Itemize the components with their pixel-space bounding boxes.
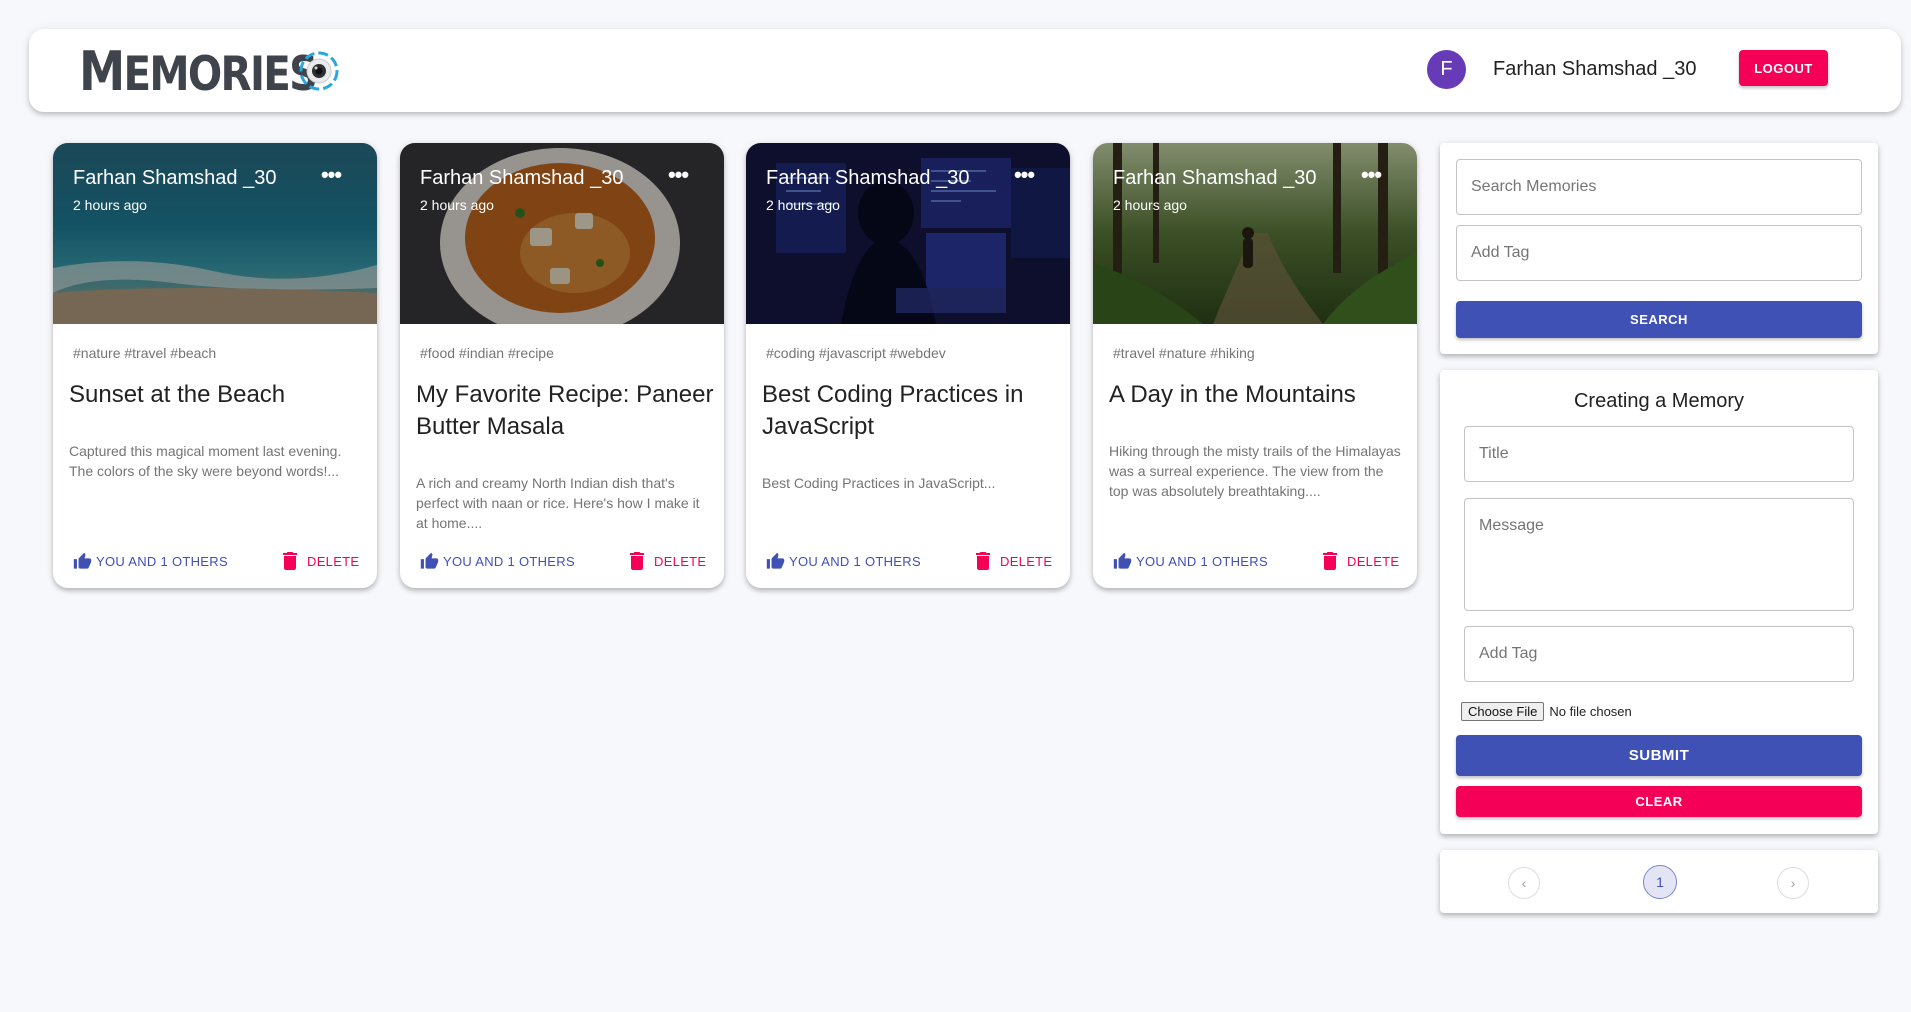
- avatar[interactable]: F: [1427, 50, 1466, 89]
- thumb-up-icon: [73, 552, 92, 569]
- delete-button[interactable]: DELETE: [629, 552, 706, 570]
- submit-button[interactable]: SUBMIT: [1456, 735, 1862, 776]
- title-field[interactable]: [1464, 426, 1854, 482]
- search-panel: SEARCH: [1440, 143, 1878, 354]
- post-title: My Favorite Recipe: Paneer Butter Masala: [416, 381, 714, 440]
- file-upload: Choose File No file chosen: [1461, 702, 1632, 721]
- post-message: Captured this magical moment last evenin…: [69, 443, 342, 479]
- message-field[interactable]: [1464, 498, 1854, 611]
- next-page-button[interactable]: ›: [1777, 867, 1809, 899]
- post-message: Hiking through the misty trails of the H…: [1109, 443, 1401, 499]
- post-author: Farhan Shamshad _30: [73, 167, 277, 189]
- page-button-current[interactable]: 1: [1643, 865, 1677, 899]
- delete-label: DELETE: [1347, 553, 1400, 569]
- previous-page-button[interactable]: ‹: [1508, 867, 1540, 899]
- delete-label: DELETE: [654, 553, 707, 569]
- post-message: A rich and creamy North Indian dish that…: [416, 475, 700, 531]
- delete-button[interactable]: DELETE: [282, 552, 359, 570]
- camera-lens-icon: [299, 51, 339, 91]
- form-title: Creating a Memory: [1573, 390, 1745, 412]
- thumb-up-icon: [420, 552, 439, 569]
- trash-icon: [1323, 552, 1337, 570]
- logout-button[interactable]: LOGOUT: [1739, 50, 1828, 86]
- more-options-icon[interactable]: •••: [665, 164, 691, 191]
- post-title: A Day in the Mountains: [1109, 381, 1356, 408]
- delete-button[interactable]: DELETE: [1322, 552, 1399, 570]
- delete-button[interactable]: DELETE: [975, 552, 1052, 570]
- post-author: Farhan Shamshad _30: [766, 167, 970, 189]
- trash-icon: [283, 552, 297, 570]
- thumb-up-icon: [1113, 552, 1132, 569]
- post-tags: #travel #nature #hiking: [1113, 345, 1255, 361]
- post-time: 2 hours ago: [73, 197, 147, 213]
- more-options-icon[interactable]: •••: [1011, 164, 1037, 191]
- post-message: Best Coding Practices in JavaScript...: [762, 475, 996, 491]
- post-image: Farhan Shamshad _30 2 hours ago •••: [1093, 143, 1417, 324]
- post-tags: #coding #javascript #webdev: [766, 345, 946, 361]
- create-memory-form: Creating a Memory Choose File No file ch…: [1440, 370, 1878, 834]
- like-button[interactable]: YOU AND 1 OTHERS: [73, 552, 228, 571]
- delete-label: DELETE: [307, 553, 360, 569]
- more-options-icon[interactable]: •••: [1358, 164, 1384, 191]
- post-image: Farhan Shamshad _30 2 hours ago •••: [746, 143, 1070, 324]
- like-button[interactable]: YOU AND 1 OTHERS: [420, 552, 575, 571]
- pagination: ‹ 1 ›: [1440, 850, 1878, 913]
- chevron-left-icon: ‹: [1521, 875, 1527, 891]
- post-title: Sunset at the Beach: [69, 381, 286, 408]
- delete-label: DELETE: [1000, 553, 1053, 569]
- like-button[interactable]: YOU AND 1 OTHERS: [1113, 552, 1268, 571]
- avatar-letter: F: [1440, 58, 1453, 80]
- thumb-up-icon: [766, 552, 785, 569]
- post-image: Farhan Shamshad _30 2 hours ago •••: [400, 143, 724, 324]
- post-card: Farhan Shamshad _30 2 hours ago ••• #cod…: [746, 143, 1070, 588]
- post-tags: #nature #travel #beach: [73, 345, 217, 361]
- post-author: Farhan Shamshad _30: [420, 167, 624, 189]
- post-tags: #food #indian #recipe: [420, 345, 554, 361]
- like-label: YOU AND 1 OTHERS: [789, 554, 921, 569]
- clear-button[interactable]: CLEAR: [1456, 786, 1862, 817]
- tags-field[interactable]: [1464, 626, 1854, 682]
- like-label: YOU AND 1 OTHERS: [96, 554, 228, 569]
- post-time: 2 hours ago: [420, 197, 494, 213]
- like-button[interactable]: YOU AND 1 OTHERS: [766, 552, 921, 571]
- chevron-right-icon: ›: [1790, 875, 1796, 891]
- like-label: YOU AND 1 OTHERS: [443, 554, 575, 569]
- more-options-icon[interactable]: •••: [318, 164, 344, 191]
- brand-text: MEMORIES: [79, 39, 318, 103]
- search-button[interactable]: SEARCH: [1456, 301, 1862, 338]
- post-author: Farhan Shamshad _30: [1113, 167, 1317, 189]
- like-label: YOU AND 1 OTHERS: [1136, 554, 1268, 569]
- post-card: Farhan Shamshad _30 2 hours ago ••• #tra…: [1093, 143, 1417, 588]
- post-image: Farhan Shamshad _30 2 hours ago •••: [53, 143, 377, 324]
- post-card: Farhan Shamshad _30 2 hours ago ••• #nat…: [53, 143, 377, 588]
- file-status: No file chosen: [1549, 704, 1632, 719]
- trash-icon: [630, 552, 644, 570]
- trash-icon: [976, 552, 990, 570]
- username: Farhan Shamshad _30: [1493, 58, 1697, 80]
- post-title: Best Coding Practices in JavaScript: [762, 381, 1024, 440]
- search-input[interactable]: [1456, 159, 1862, 215]
- post-time: 2 hours ago: [1113, 197, 1187, 213]
- search-tags-input[interactable]: [1456, 225, 1862, 281]
- post-card: Farhan Shamshad _30 2 hours ago ••• #foo…: [400, 143, 724, 588]
- post-time: 2 hours ago: [766, 197, 840, 213]
- app-bar: MEMORIES F Farhan Shamshad _30 LOGOUT: [29, 29, 1901, 112]
- choose-file-button[interactable]: Choose File: [1461, 702, 1545, 721]
